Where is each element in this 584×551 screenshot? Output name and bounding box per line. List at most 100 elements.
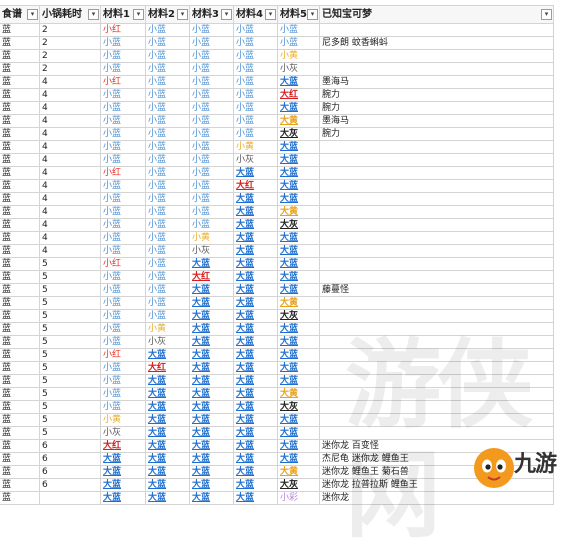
material-3-cell[interactable]: 大红 — [189, 270, 234, 284]
material-2-cell[interactable]: 小蓝 — [145, 62, 190, 76]
material-4-cell[interactable]: 大蓝 — [233, 270, 278, 284]
material-4-cell[interactable]: 大蓝 — [233, 478, 278, 492]
known-pokemon-cell[interactable]: 迷你龙 — [318, 491, 554, 505]
material-1-cell[interactable]: 小蓝 — [100, 335, 146, 349]
column-header-5[interactable]: 材料3 ▾ — [189, 5, 234, 24]
filter-dropdown-icon[interactable]: ▾ — [265, 9, 276, 20]
pot-time-cell[interactable]: 5 — [39, 400, 101, 414]
recipe-cell[interactable]: 蓝 — [0, 49, 40, 63]
material-4-cell[interactable]: 大蓝 — [233, 218, 278, 232]
material-3-cell[interactable]: 大蓝 — [189, 309, 234, 323]
material-5-cell[interactable]: 大蓝 — [277, 244, 320, 258]
known-pokemon-cell[interactable]: 腕力 — [318, 101, 554, 115]
recipe-cell[interactable]: 蓝 — [0, 140, 40, 154]
known-pokemon-cell[interactable]: 墨海马 — [318, 114, 554, 128]
recipe-cell[interactable]: 蓝 — [0, 36, 40, 50]
material-4-cell[interactable]: 大蓝 — [233, 231, 278, 245]
pot-time-cell[interactable]: 6 — [39, 465, 101, 479]
known-pokemon-cell[interactable] — [318, 62, 554, 76]
pot-time-cell[interactable]: 4 — [39, 153, 101, 167]
material-4-cell[interactable]: 大红 — [233, 179, 278, 193]
material-5-cell[interactable]: 小黄 — [277, 49, 320, 63]
known-pokemon-cell[interactable] — [318, 231, 554, 245]
recipe-cell[interactable]: 蓝 — [0, 322, 40, 336]
column-header-1[interactable]: 食谱 ▾ — [0, 5, 40, 24]
material-5-cell[interactable]: 大灰 — [277, 218, 320, 232]
material-5-cell[interactable]: 大灰 — [277, 478, 320, 492]
material-2-cell[interactable]: 小蓝 — [145, 244, 190, 258]
material-2-cell[interactable]: 小灰 — [145, 335, 190, 349]
known-pokemon-cell[interactable] — [318, 140, 554, 154]
material-1-cell[interactable]: 小蓝 — [100, 270, 146, 284]
material-3-cell[interactable]: 小蓝 — [189, 114, 234, 128]
material-3-cell[interactable]: 小蓝 — [189, 179, 234, 193]
pot-time-cell[interactable]: 5 — [39, 283, 101, 297]
recipe-cell[interactable]: 蓝 — [0, 23, 40, 37]
pot-time-cell[interactable]: 5 — [39, 348, 101, 362]
known-pokemon-cell[interactable] — [318, 413, 554, 427]
recipe-cell[interactable]: 蓝 — [0, 296, 40, 310]
known-pokemon-cell[interactable] — [318, 270, 554, 284]
material-3-cell[interactable]: 大蓝 — [189, 491, 234, 505]
material-5-cell[interactable]: 大蓝 — [277, 231, 320, 245]
recipe-cell[interactable]: 蓝 — [0, 387, 40, 401]
material-4-cell[interactable]: 大蓝 — [233, 309, 278, 323]
material-2-cell[interactable]: 小蓝 — [145, 88, 190, 102]
pot-time-cell[interactable]: 5 — [39, 257, 101, 271]
column-header-2[interactable]: 小锅耗时 ▾ — [39, 5, 101, 24]
material-3-cell[interactable]: 大蓝 — [189, 335, 234, 349]
material-3-cell[interactable]: 大蓝 — [189, 361, 234, 375]
material-1-cell[interactable]: 小蓝 — [100, 322, 146, 336]
material-2-cell[interactable]: 小蓝 — [145, 205, 190, 219]
recipe-cell[interactable]: 蓝 — [0, 114, 40, 128]
material-5-cell[interactable]: 大蓝 — [277, 426, 320, 440]
material-3-cell[interactable]: 大蓝 — [189, 374, 234, 388]
known-pokemon-cell[interactable] — [318, 23, 554, 37]
material-3-cell[interactable]: 小灰 — [189, 244, 234, 258]
material-4-cell[interactable]: 小黄 — [233, 140, 278, 154]
material-2-cell[interactable]: 大蓝 — [145, 465, 190, 479]
material-5-cell[interactable]: 大灰 — [277, 309, 320, 323]
material-5-cell[interactable]: 大蓝 — [277, 192, 320, 206]
material-5-cell[interactable]: 大蓝 — [277, 335, 320, 349]
material-2-cell[interactable]: 小蓝 — [145, 36, 190, 50]
material-1-cell[interactable]: 小黄 — [100, 413, 146, 427]
material-1-cell[interactable]: 小红 — [100, 75, 146, 89]
recipe-cell[interactable]: 蓝 — [0, 218, 40, 232]
pot-time-cell[interactable]: 4 — [39, 166, 101, 180]
known-pokemon-cell[interactable] — [318, 426, 554, 440]
known-pokemon-cell[interactable] — [318, 361, 554, 375]
pot-time-cell[interactable]: 4 — [39, 140, 101, 154]
material-2-cell[interactable]: 小蓝 — [145, 283, 190, 297]
material-3-cell[interactable]: 大蓝 — [189, 400, 234, 414]
material-4-cell[interactable]: 大蓝 — [233, 335, 278, 349]
material-1-cell[interactable]: 小蓝 — [100, 101, 146, 115]
material-2-cell[interactable]: 大蓝 — [145, 426, 190, 440]
pot-time-cell[interactable]: 4 — [39, 179, 101, 193]
material-1-cell[interactable]: 小蓝 — [100, 114, 146, 128]
material-1-cell[interactable]: 小蓝 — [100, 88, 146, 102]
pot-time-cell[interactable]: 4 — [39, 218, 101, 232]
known-pokemon-cell[interactable]: 墨海马 — [318, 75, 554, 89]
pot-time-cell[interactable]: 4 — [39, 101, 101, 115]
material-5-cell[interactable]: 大黄 — [277, 205, 320, 219]
material-1-cell[interactable]: 小蓝 — [100, 296, 146, 310]
pot-time-cell[interactable]: 4 — [39, 75, 101, 89]
recipe-cell[interactable]: 蓝 — [0, 101, 40, 115]
pot-time-cell[interactable]: 5 — [39, 426, 101, 440]
material-1-cell[interactable]: 小蓝 — [100, 127, 146, 141]
material-4-cell[interactable]: 小蓝 — [233, 36, 278, 50]
material-2-cell[interactable]: 小黄 — [145, 322, 190, 336]
material-4-cell[interactable]: 大蓝 — [233, 413, 278, 427]
material-4-cell[interactable]: 大蓝 — [233, 257, 278, 271]
recipe-cell[interactable]: 蓝 — [0, 478, 40, 492]
pot-time-cell[interactable]: 4 — [39, 244, 101, 258]
material-1-cell[interactable]: 大红 — [100, 439, 146, 453]
material-3-cell[interactable]: 小蓝 — [189, 218, 234, 232]
material-3-cell[interactable]: 小蓝 — [189, 101, 234, 115]
material-5-cell[interactable]: 大蓝 — [277, 153, 320, 167]
material-2-cell[interactable]: 小蓝 — [145, 166, 190, 180]
known-pokemon-cell[interactable] — [318, 257, 554, 271]
material-3-cell[interactable]: 小蓝 — [189, 127, 234, 141]
material-3-cell[interactable]: 小蓝 — [189, 75, 234, 89]
